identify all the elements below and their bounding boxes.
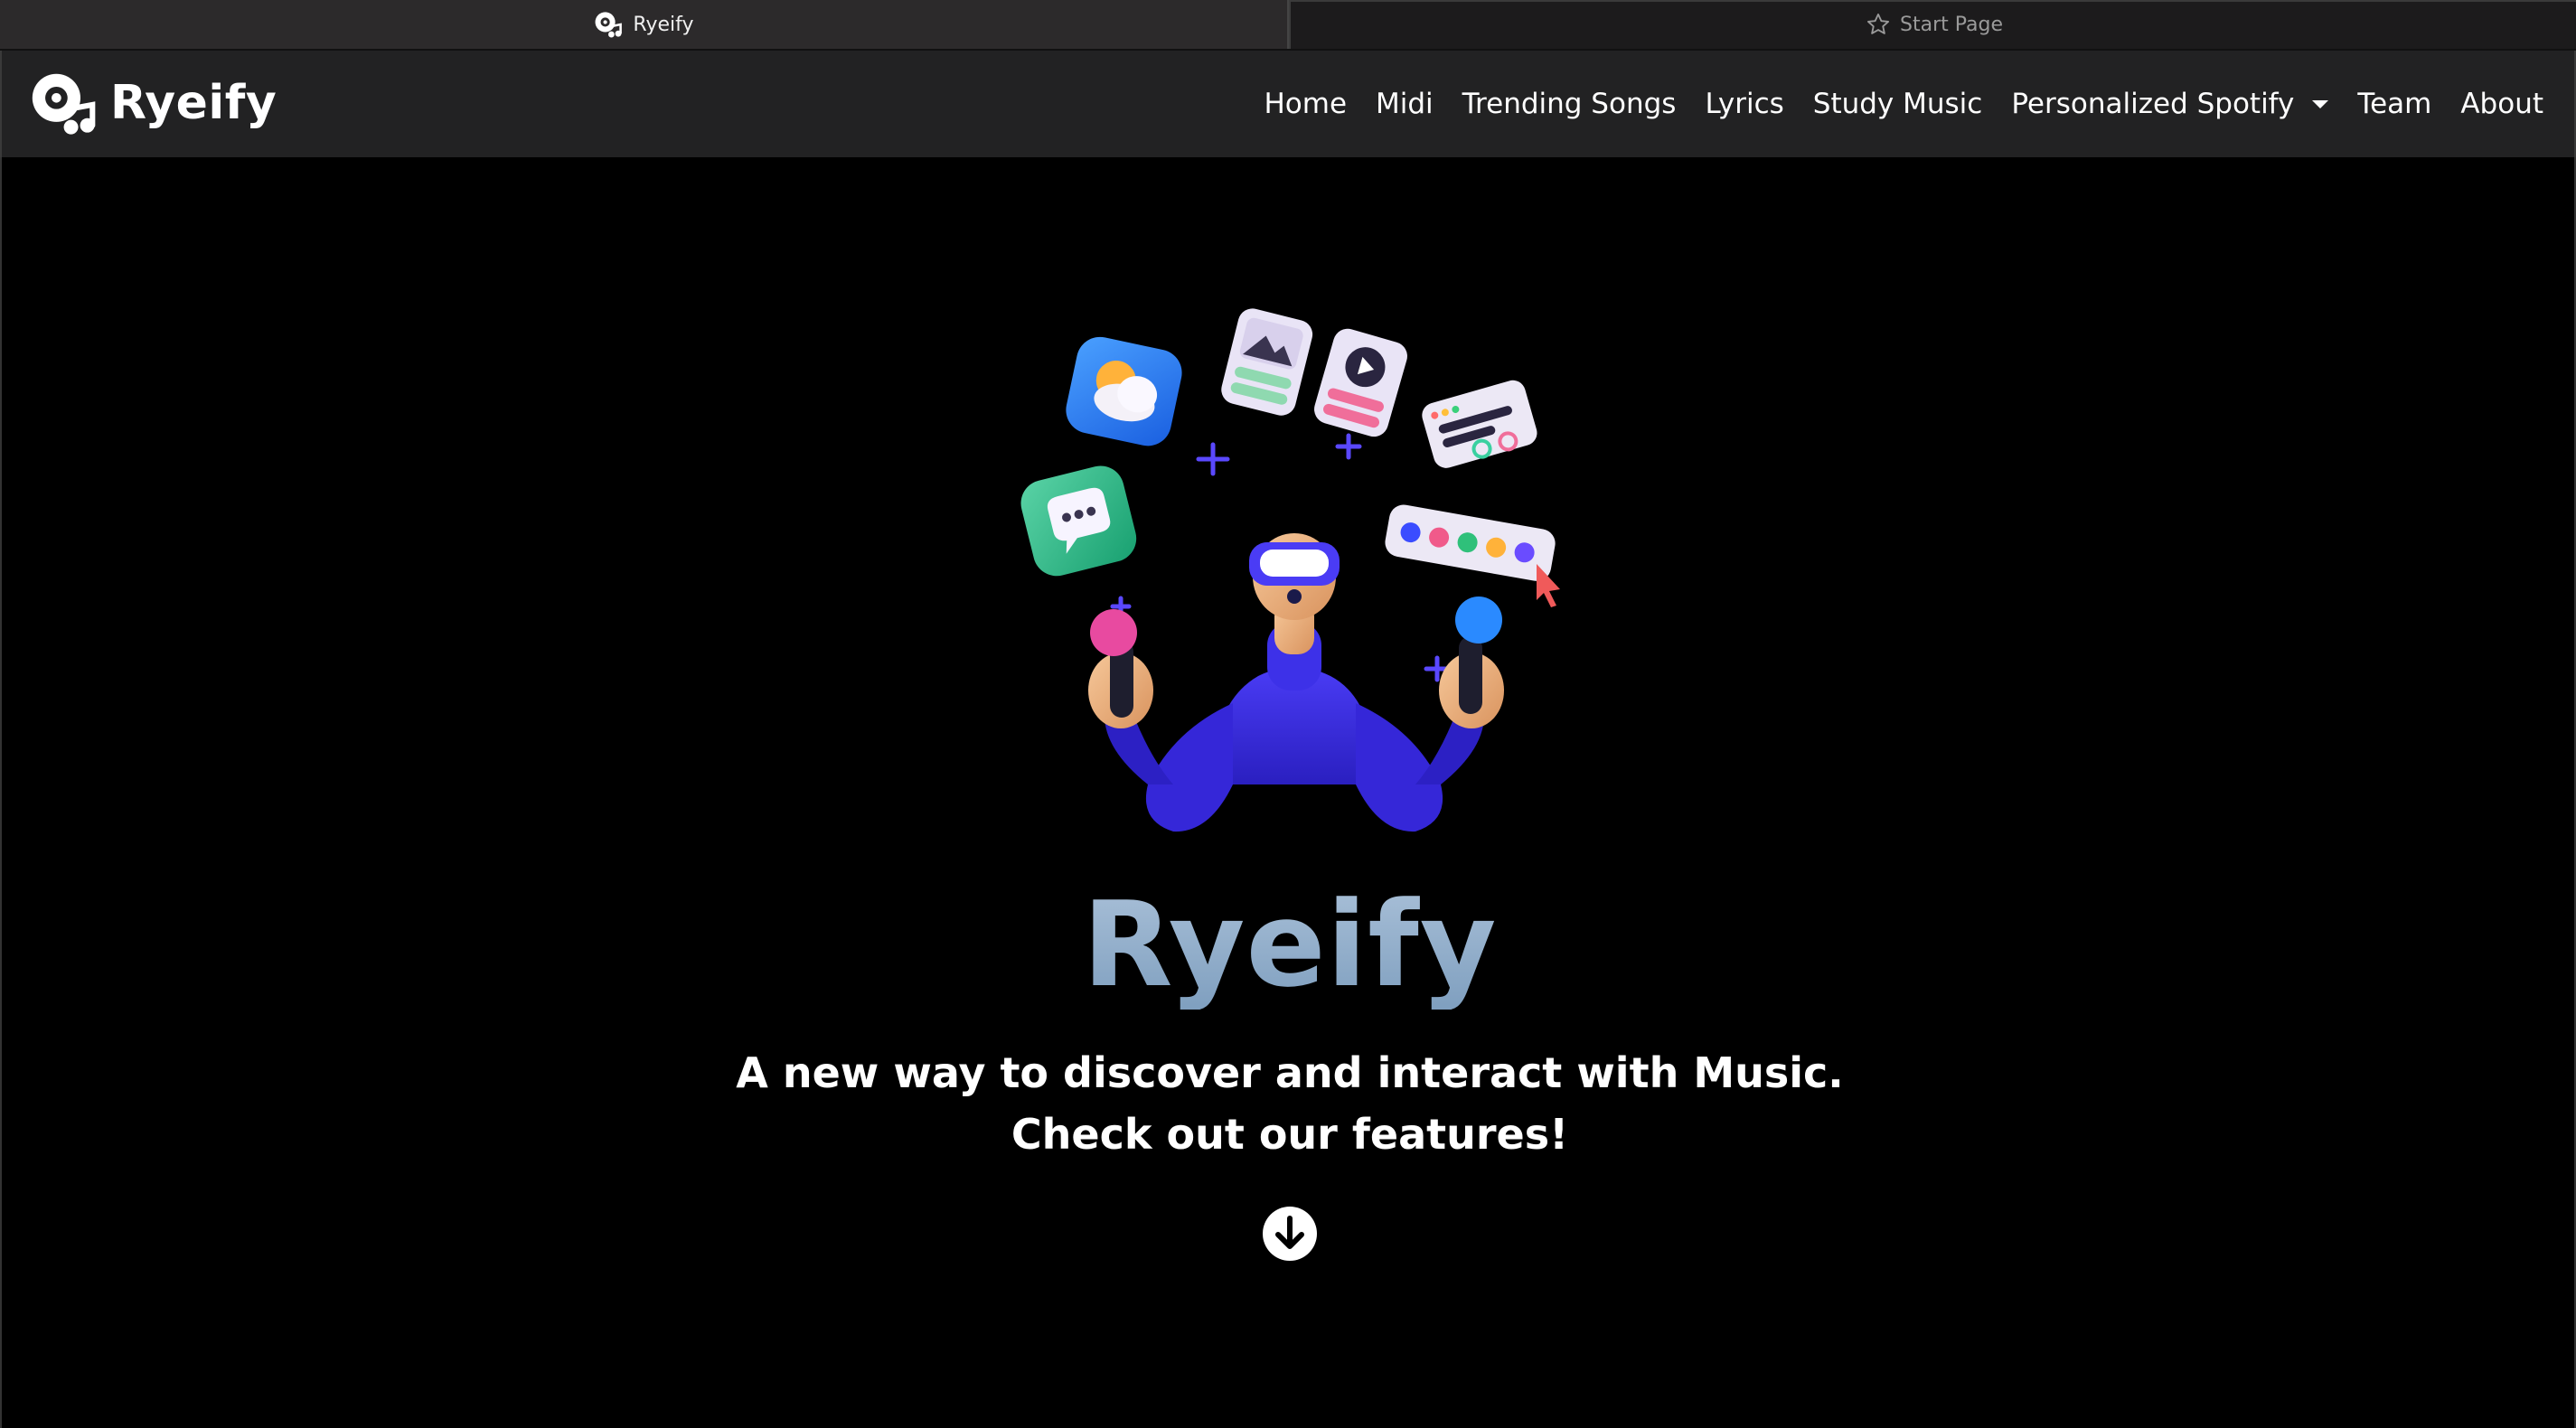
nav-label: Midi	[1376, 88, 1434, 120]
nav-label: Team	[2357, 88, 2432, 120]
nav-midi[interactable]: Midi	[1376, 88, 1434, 120]
nav-trending-songs[interactable]: Trending Songs	[1462, 88, 1677, 120]
caret-down-icon	[2312, 99, 2329, 108]
hero-subtitle-line-2: Check out our features!	[1011, 1110, 1569, 1159]
tab-label: Start Page	[1900, 13, 2003, 36]
tab-ryeify[interactable]: Ryeify	[0, 0, 1289, 49]
hero-section: Ryeify A new way to discover and interac…	[0, 157, 2576, 1428]
nav-study-music[interactable]: Study Music	[1813, 88, 1983, 120]
tab-label: Ryeify	[633, 13, 694, 36]
color-palette-icon	[1385, 504, 1556, 581]
hero-title: Ryeify	[2, 880, 2576, 1010]
chat-app-icon	[1020, 465, 1137, 577]
settings-card-icon	[1422, 380, 1537, 468]
weather-app-icon	[1066, 336, 1182, 446]
arrow-down-circle-icon[interactable]	[1262, 1206, 1318, 1262]
nav-label: Personalized Spotify	[2011, 88, 2295, 120]
video-card-icon	[1314, 328, 1407, 437]
nav-home[interactable]: Home	[1264, 88, 1347, 120]
nav-about[interactable]: About	[2460, 88, 2543, 120]
hero-subtitle-line-1: A new way to discover and interact with …	[736, 1048, 1844, 1097]
browser-tab-bar: Ryeify Start Page	[0, 0, 2576, 51]
image-card-icon	[1221, 308, 1313, 416]
nav-label: Study Music	[1812, 88, 1983, 120]
brand-name: Ryeify	[110, 76, 277, 130]
tab-start-page[interactable]: Start Page	[1289, 0, 2576, 49]
vr-character-illustration	[1088, 533, 1504, 832]
star-icon	[1866, 12, 1891, 37]
nav-label: About	[2460, 88, 2543, 120]
nav-lyrics[interactable]: Lyrics	[1705, 88, 1783, 120]
site-navbar: Ryeify Home Midi Trending Songs Lyrics S…	[0, 51, 2576, 157]
nav-personalized-spotify-dropdown[interactable]: Personalized Spotify	[2011, 88, 2329, 120]
brand-link[interactable]: Ryeify	[29, 69, 277, 137]
ryeify-logo-icon	[593, 9, 624, 40]
nav-team[interactable]: Team	[2357, 88, 2431, 120]
nav-label: Trending Songs	[1462, 88, 1677, 120]
hero-illustration	[1020, 308, 1560, 832]
nav-label: Home	[1264, 88, 1348, 120]
main-nav: Home Midi Trending Songs Lyrics Study Mu…	[1235, 51, 2543, 157]
ryeify-logo-icon	[32, 73, 96, 135]
nav-label: Lyrics	[1705, 88, 1784, 120]
